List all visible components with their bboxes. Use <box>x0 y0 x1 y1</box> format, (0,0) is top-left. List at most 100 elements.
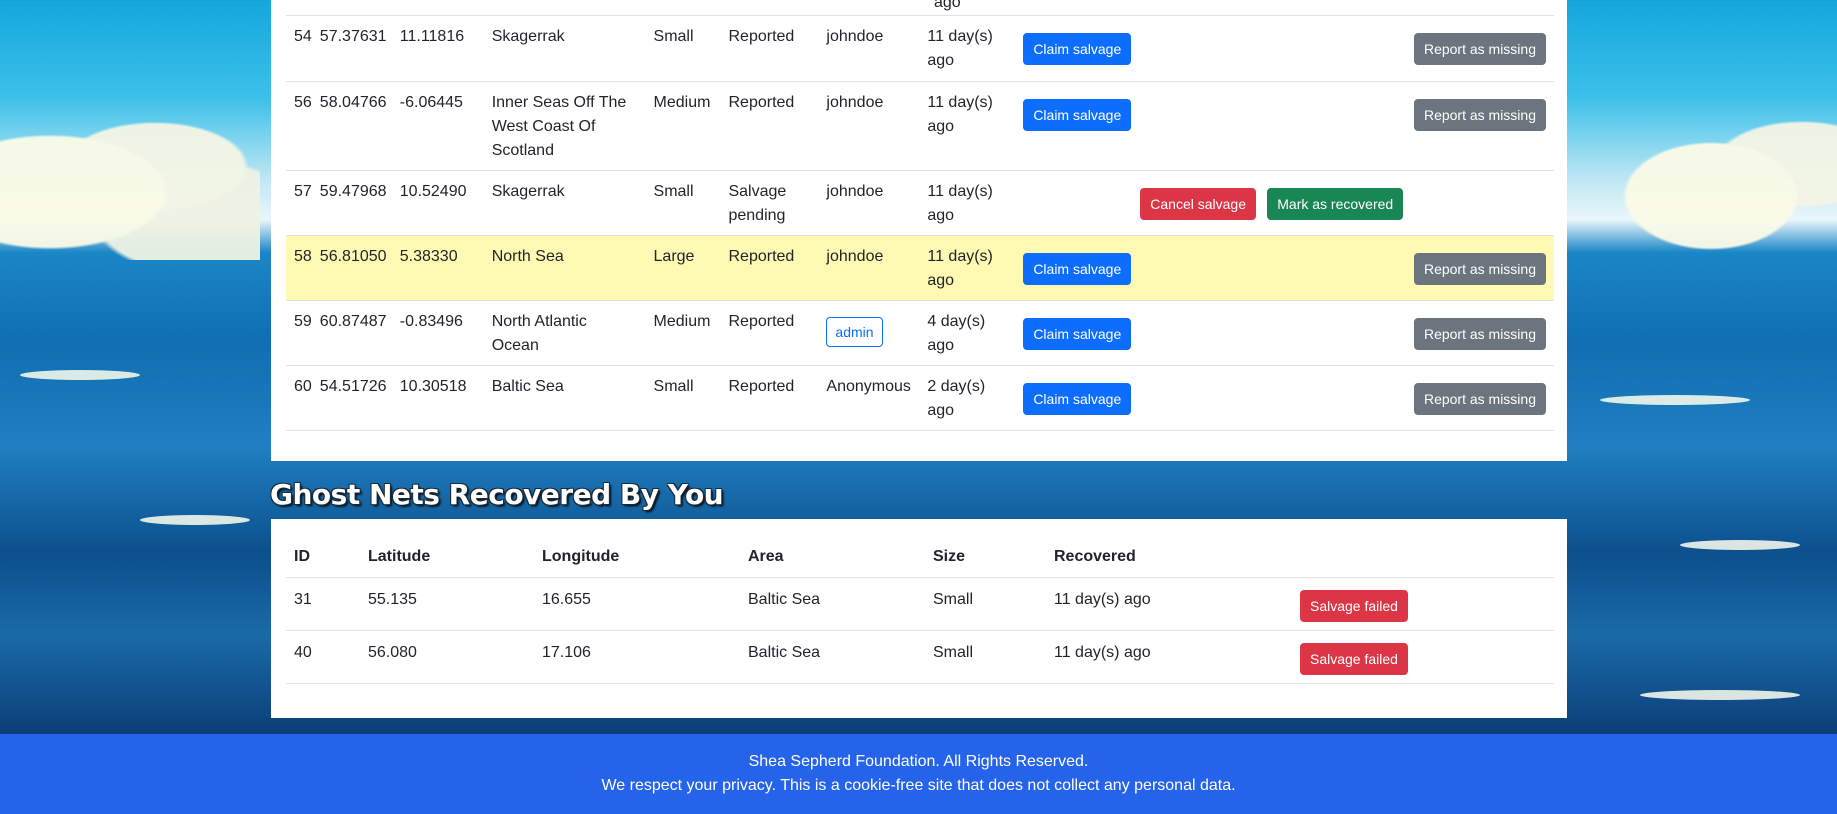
net-area: Baltic Sea <box>740 577 925 631</box>
report-missing-button[interactable]: Report as missing <box>1413 382 1546 415</box>
net-longitude: 10.52490 <box>399 182 467 200</box>
footer-privacy-note: We respect your privacy. This is a cooki… <box>601 777 1236 794</box>
net-longitude: 5.38330 <box>399 247 458 265</box>
net-reporter: Anonymous <box>826 377 911 395</box>
net-area: Skagerrak <box>491 182 565 200</box>
background-wave-foam <box>1640 690 1800 700</box>
claim-salvage-button[interactable]: Claim salvage <box>1023 33 1132 65</box>
net-area: North Atlantic Ocean <box>491 312 587 354</box>
net-area: Baltic Sea <box>491 377 564 395</box>
reported-time: ago <box>934 0 961 11</box>
salvage-failed-button[interactable]: Salvage failed <box>1300 643 1408 675</box>
net-id: 59 <box>294 312 312 330</box>
mark-recovered-button[interactable]: Mark as recovered <box>1267 187 1404 220</box>
net-id: 56 <box>294 93 312 111</box>
reporter-admin-link[interactable]: admin <box>826 316 883 347</box>
net-latitude: 60.87487 <box>319 312 387 330</box>
net-size: Small <box>925 577 1046 631</box>
net-reporter: johndoe <box>826 93 884 111</box>
column-header-area: Area <box>740 519 925 578</box>
net-latitude: 56.81050 <box>319 247 387 265</box>
report-missing-button[interactable]: Report as missing <box>1413 98 1546 131</box>
footer-copyright: Shea Sepherd Foundation. All Rights Rese… <box>748 753 1089 770</box>
reported-nets-table: 54 57.37631 11.11816 Skagerrak Small Rep… <box>286 16 1554 431</box>
net-longitude: 17.106 <box>534 630 740 684</box>
cancel-salvage-button[interactable]: Cancel salvage <box>1140 187 1257 220</box>
column-header-id: ID <box>286 519 360 578</box>
table-row-highlighted: 58 56.81050 5.38330 North Sea Large Repo… <box>286 235 1554 300</box>
site-footer: Shea Sepherd Foundation. All Rights Rese… <box>0 734 1837 814</box>
net-size: Medium <box>653 93 711 111</box>
background-wave-foam <box>1680 540 1800 550</box>
claim-salvage-button[interactable]: Claim salvage <box>1023 382 1132 415</box>
column-header-recovered: Recovered <box>1046 519 1292 578</box>
net-latitude: 54.51726 <box>319 377 387 395</box>
background-wave-foam <box>140 515 250 525</box>
reported-time: 11 day(s) ago <box>927 182 993 224</box>
background-wave-foam <box>1600 395 1750 405</box>
net-latitude: 57.37631 <box>319 28 387 45</box>
net-size: Small <box>653 377 694 395</box>
net-reporter: johndoe <box>826 28 884 45</box>
column-header-latitude: Latitude <box>360 519 534 578</box>
reported-time: 11 day(s) ago <box>927 28 993 69</box>
reported-time: 4 day(s) ago <box>927 312 986 354</box>
net-latitude: 58.04766 <box>319 93 387 111</box>
table-header-row: ID Latitude Longitude Area Size Recovere… <box>286 519 1554 578</box>
net-reporter: johndoe <box>826 182 884 200</box>
report-missing-button[interactable]: Report as missing <box>1413 317 1546 350</box>
section-title-recovered: Ghost Nets Recovered By You <box>270 478 724 511</box>
net-id: 60 <box>294 377 312 395</box>
claim-salvage-button[interactable]: Claim salvage <box>1023 317 1132 350</box>
net-longitude: -0.83496 <box>399 312 463 330</box>
table-row: 59 60.87487 -0.83496 North Atlantic Ocea… <box>286 300 1554 365</box>
net-id: 31 <box>286 577 360 631</box>
net-longitude: 10.30518 <box>399 377 467 395</box>
claim-salvage-button[interactable]: Claim salvage <box>1023 98 1132 131</box>
report-missing-button[interactable]: Report as missing <box>1413 33 1546 65</box>
net-size: Small <box>925 630 1046 684</box>
net-reporter: johndoe <box>826 247 884 265</box>
net-latitude: 56.080 <box>360 630 534 684</box>
table-row: 31 55.135 16.655 Baltic Sea Small 11 day… <box>286 577 1554 631</box>
net-status: Salvage pending <box>728 182 787 224</box>
net-status: Reported <box>728 377 795 395</box>
table-row-partial: ago <box>286 0 1554 16</box>
claim-salvage-button[interactable]: Claim salvage <box>1023 252 1132 285</box>
table-row: 40 56.080 17.106 Baltic Sea Small 11 day… <box>286 630 1554 684</box>
table-row: 60 54.51726 10.30518 Baltic Sea Small Re… <box>286 365 1554 430</box>
table-row: 57 59.47968 10.52490 Skagerrak Small Sal… <box>286 170 1554 235</box>
net-longitude: -6.06445 <box>399 93 463 111</box>
net-size: Small <box>653 182 694 200</box>
net-id: 40 <box>286 630 360 684</box>
salvage-failed-button[interactable]: Salvage failed <box>1300 590 1408 622</box>
net-longitude: 11.11816 <box>399 28 465 45</box>
net-latitude: 59.47968 <box>319 182 387 200</box>
net-id: 54 <box>294 28 312 45</box>
background-clouds-left <box>0 90 260 260</box>
net-area: Baltic Sea <box>740 630 925 684</box>
reported-time: 2 day(s) ago <box>927 377 986 419</box>
net-size: Medium <box>653 312 711 330</box>
reported-time: 11 day(s) ago <box>927 93 993 135</box>
reported-nets-card: ago 54 57.37631 11.11816 Skagerrak Small… <box>271 0 1567 461</box>
net-area: Inner Seas Off The West Coast Of Scotlan… <box>491 93 627 159</box>
table-row: 54 57.37631 11.11816 Skagerrak Small Rep… <box>286 16 1554 81</box>
recovered-time: 11 day(s) ago <box>1046 577 1292 631</box>
net-id: 58 <box>294 247 312 265</box>
net-status: Reported <box>728 28 795 45</box>
recovered-nets-card: ID Latitude Longitude Area Size Recovere… <box>271 519 1567 718</box>
net-id: 57 <box>294 182 312 200</box>
net-size: Small <box>653 28 694 45</box>
column-header-longitude: Longitude <box>534 519 740 578</box>
recovered-nets-table: ID Latitude Longitude Area Size Recovere… <box>286 519 1554 684</box>
net-status: Reported <box>728 312 795 330</box>
net-size: Large <box>653 247 695 265</box>
table-row: 56 58.04766 -6.06445 Inner Seas Off The … <box>286 81 1554 170</box>
background-wave-foam <box>20 370 140 380</box>
reported-time: 11 day(s) ago <box>927 247 993 289</box>
net-longitude: 16.655 <box>534 577 740 631</box>
report-missing-button[interactable]: Report as missing <box>1413 252 1546 285</box>
recovered-time: 11 day(s) ago <box>1046 630 1292 684</box>
net-status: Reported <box>728 93 795 111</box>
